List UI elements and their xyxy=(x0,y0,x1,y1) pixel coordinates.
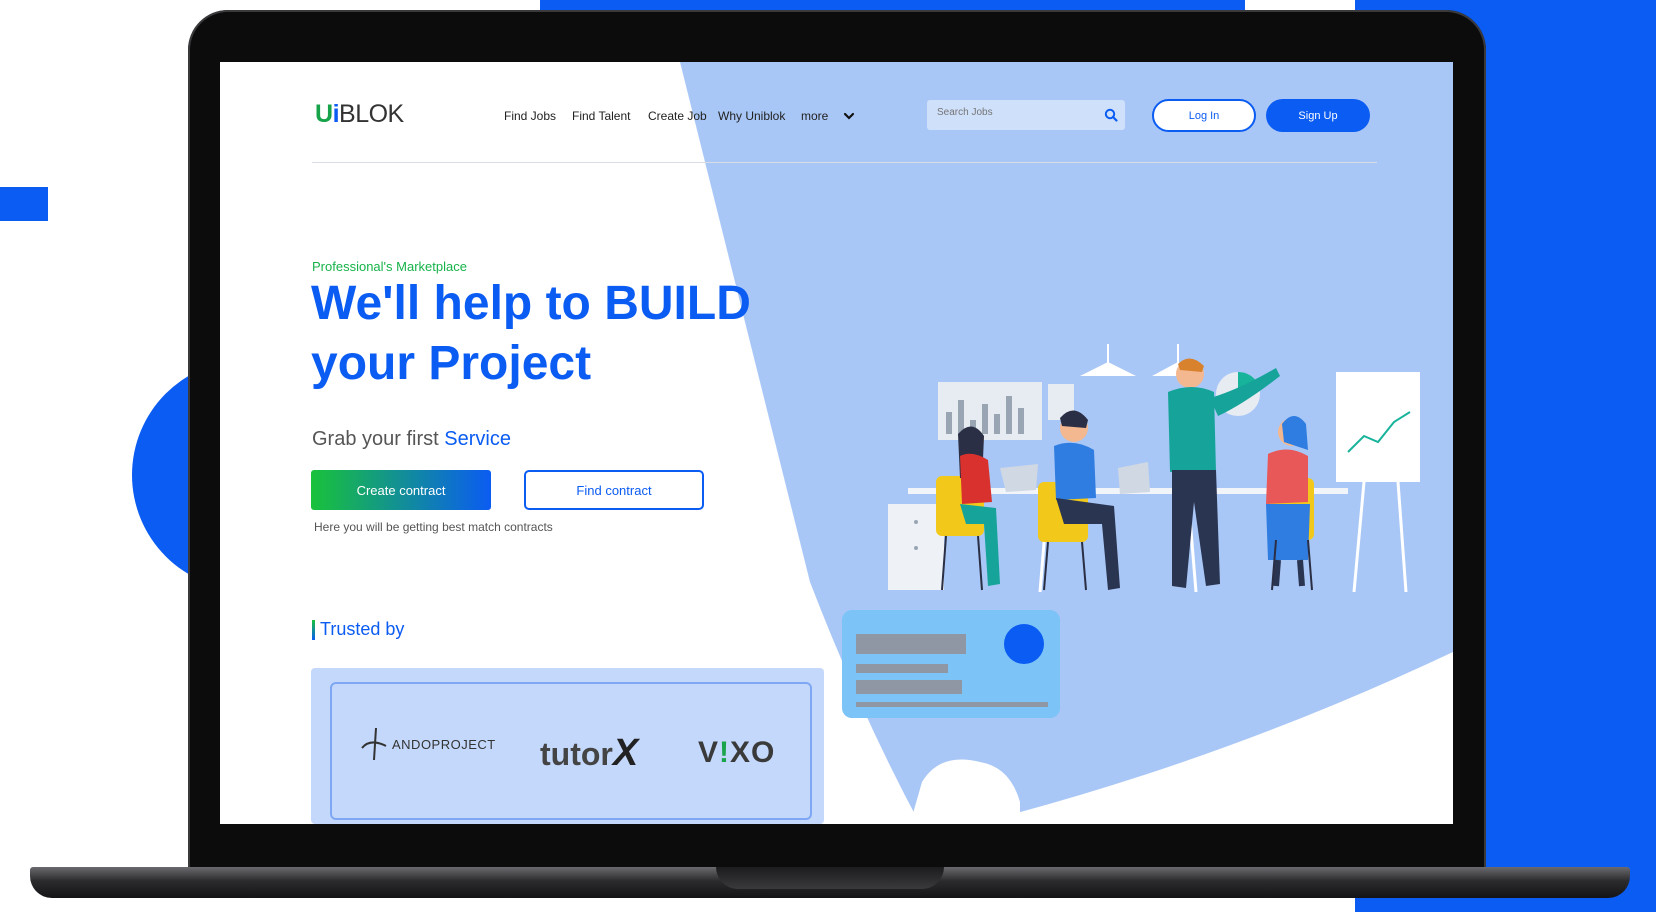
nav-more[interactable]: more xyxy=(801,109,828,123)
vixo-logo-v: V xyxy=(698,736,720,769)
vixo-logo-dot-icon: ! xyxy=(719,736,731,769)
tutorx-logo-text: tutor xyxy=(540,736,613,772)
tutorx-logo: tutorX xyxy=(540,732,638,775)
tutorx-logo-x: X xyxy=(612,732,639,774)
search-icon[interactable] xyxy=(1103,107,1119,123)
hero-title-line-2: your Project xyxy=(311,337,592,390)
search-input[interactable] xyxy=(937,107,1087,118)
decor-blue-square xyxy=(0,187,48,221)
login-button[interactable]: Log In xyxy=(1152,99,1256,132)
hero-note: Here you will be getting best match cont… xyxy=(314,520,553,534)
andoproject-mark-icon xyxy=(361,727,387,761)
nav-why-uniblok[interactable]: Why Uniblok xyxy=(718,109,785,123)
nav-find-jobs[interactable]: Find Jobs xyxy=(504,109,556,123)
header-divider xyxy=(312,162,1377,163)
vixo-logo-xo: XO xyxy=(730,736,776,769)
team-meeting-illustration xyxy=(888,344,1420,593)
search-box[interactable] xyxy=(927,100,1125,130)
hero-kicker: Professional's Marketplace xyxy=(312,259,467,274)
hero-subtitle-accent: Service xyxy=(444,428,511,450)
signup-button[interactable]: Sign Up xyxy=(1266,99,1370,132)
andoproject-logo: ANDOPROJECT xyxy=(360,726,496,762)
andoproject-logo-text: ANDOPROJECT xyxy=(392,736,496,752)
create-contract-button[interactable]: Create contract xyxy=(311,470,491,510)
trusted-accent-bar xyxy=(312,620,315,640)
hero-subtitle-text: Grab your first xyxy=(312,428,445,450)
laptop-notch xyxy=(716,867,944,889)
hero-title: We'll help to BUILD your Project xyxy=(311,274,831,394)
hero-title-line-1: We'll help to BUILD xyxy=(311,277,751,330)
marketing-mockup: U i BLOK Find Jobs Find Talent Create Jo… xyxy=(0,0,1656,912)
trusted-title: Trusted by xyxy=(320,619,405,639)
chevron-down-icon[interactable] xyxy=(843,110,855,122)
find-contract-button[interactable]: Find contract xyxy=(524,470,704,510)
uniblok-logo[interactable]: U i BLOK xyxy=(315,100,404,129)
browser-screen: U i BLOK Find Jobs Find Talent Create Jo… xyxy=(220,62,1453,824)
nav-find-talent[interactable]: Find Talent xyxy=(572,109,630,123)
vixo-logo: V!XO xyxy=(698,736,775,770)
hero-subtitle: Grab your first Service xyxy=(312,428,511,451)
nav-create-job[interactable]: Create Job xyxy=(648,109,707,123)
